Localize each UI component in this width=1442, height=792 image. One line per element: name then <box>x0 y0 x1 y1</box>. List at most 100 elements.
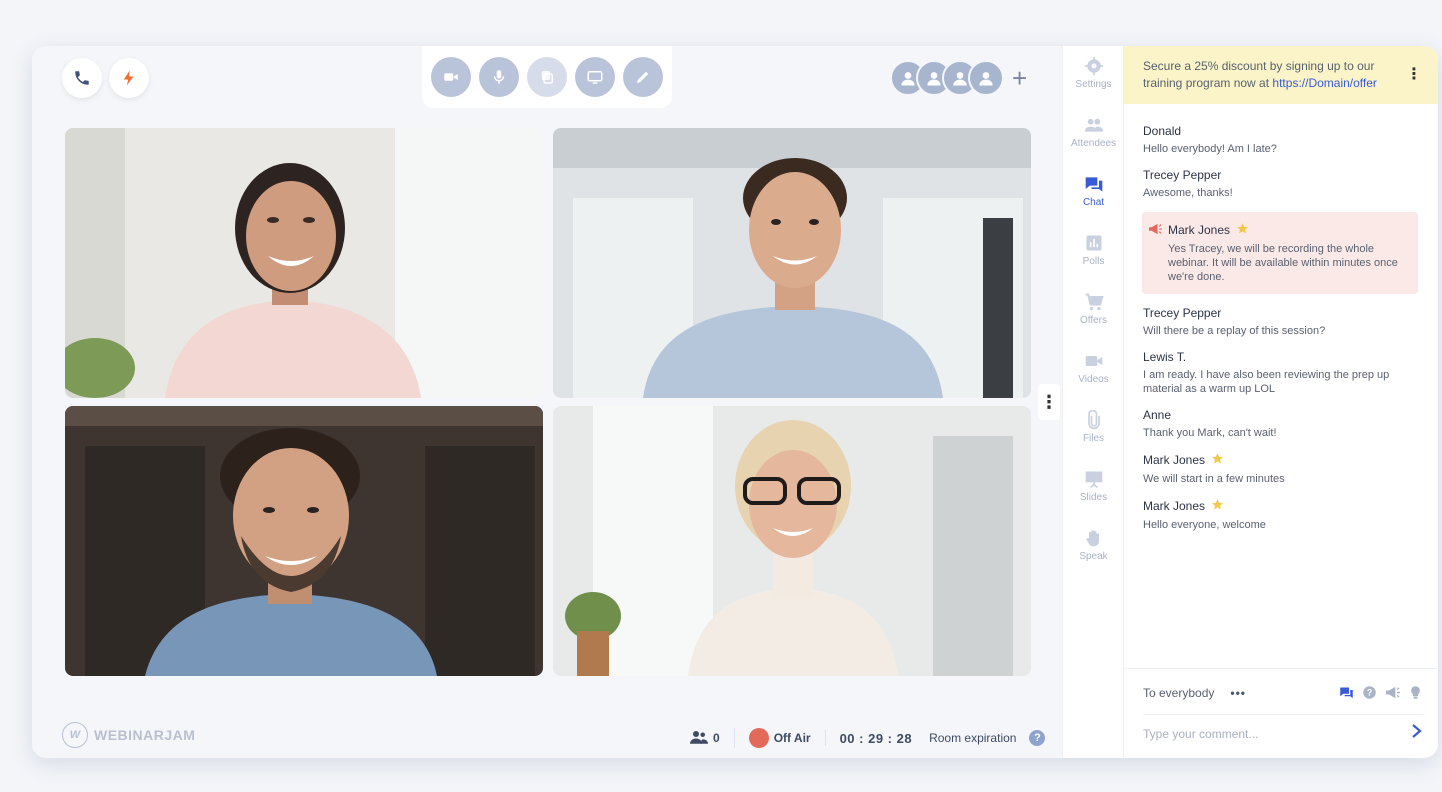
add-attendee-button[interactable]: + <box>1012 60 1027 96</box>
screen-share-button[interactable] <box>575 57 615 97</box>
message-author: Lewis T. <box>1143 350 1187 364</box>
recipient-select[interactable]: To everybody <box>1143 686 1214 700</box>
nav-item-chat[interactable]: Chat <box>1063 174 1124 226</box>
nav-label: Slides <box>1079 492 1108 503</box>
chat-panel: Secure a 25% discount by signing up to o… <box>1123 46 1438 758</box>
chat-message: Trecey Pepper Will there be a replay of … <box>1143 306 1418 338</box>
star-icon <box>1212 453 1223 464</box>
phone-button[interactable] <box>62 58 102 98</box>
brand-name: WEBINARJAM <box>94 727 196 743</box>
message-author: Mark Jones <box>1148 222 1408 238</box>
side-nav: Settings Attendees Chat Polls Offers Vid… <box>1062 46 1123 758</box>
brand-logo: W WEBINARJAM <box>62 722 195 748</box>
nav-item-slides[interactable]: Slides <box>1063 469 1124 521</box>
boost-button[interactable] <box>109 58 149 98</box>
video-options-button[interactable]: ⋮ <box>1038 384 1060 420</box>
pen-icon <box>637 71 649 83</box>
star-icon <box>1237 223 1248 234</box>
message-text: Hello everybody! Am I late? <box>1143 143 1277 155</box>
camera-icon <box>444 73 458 81</box>
nav-item-files[interactable]: Files <box>1063 410 1124 462</box>
chat-message: Mark Jones We will start in a few minute… <box>1143 452 1418 486</box>
comment-input[interactable] <box>1143 726 1411 741</box>
message-text: Awesome, thanks! <box>1143 187 1233 199</box>
webinar-room: + ⋮ W WEBINARJAM 0 Off Air 00: 29: 28 … <box>32 46 1438 758</box>
video-tile[interactable] <box>553 406 1031 676</box>
nav-label: Videos <box>1078 374 1109 385</box>
nav-item-polls[interactable]: Polls <box>1063 233 1124 285</box>
message-text: Will there be a replay of this session? <box>1143 325 1326 337</box>
comment-row <box>1143 714 1423 752</box>
help-icon[interactable]: ? <box>1029 730 1046 746</box>
megaphone-icon <box>1149 223 1162 234</box>
nav-label: Offers <box>1079 315 1108 326</box>
brand-mark: W <box>62 722 88 748</box>
copy-button[interactable] <box>527 57 567 97</box>
message-text: Yes Tracey, we will be recording the who… <box>1168 243 1398 283</box>
message-author: Trecey Pepper <box>1143 306 1222 320</box>
megaphone-icon[interactable] <box>1385 685 1400 700</box>
composer-tools: ? <box>1339 685 1423 700</box>
nav-label: Attendees <box>1070 138 1117 149</box>
nav-item-speak[interactable]: Speak <box>1063 528 1124 580</box>
attendee-counter: 0 <box>676 730 734 747</box>
nav-label: Files <box>1082 433 1105 444</box>
user-icon <box>927 72 941 86</box>
timer-value: 00 : 29 : 28 <box>839 730 913 746</box>
room-expiration-label: Room expiration <box>929 731 1017 745</box>
chat-messages: Donald Hello everybody! Am I late? Trece… <box>1124 104 1438 532</box>
nav-label: Speak <box>1079 551 1108 562</box>
nav-item-videos[interactable]: Videos <box>1063 351 1124 403</box>
chat-message: Donald Hello everybody! Am I late? <box>1143 124 1418 156</box>
promo-banner: Secure a 25% discount by signing up to o… <box>1124 46 1438 104</box>
broadcast-toggle[interactable]: Off Air <box>733 728 825 748</box>
promo-link[interactable]: https://Domain/offer <box>1272 76 1377 90</box>
avatar[interactable] <box>968 60 1004 96</box>
gear-icon <box>1084 56 1103 76</box>
message-text: I am ready. I have also been reviewing t… <box>1143 369 1390 395</box>
chat-message: Trecey Pepper Awesome, thanks! <box>1143 168 1418 200</box>
promo-menu-button[interactable]: ⋮ <box>1406 66 1422 83</box>
nav-item-settings[interactable]: Settings <box>1063 56 1124 108</box>
star-icon <box>1212 499 1223 510</box>
attendee-count: 0 <box>713 731 720 745</box>
phone-icon <box>75 71 89 85</box>
nav-item-attendees[interactable]: Attendees <box>1063 115 1124 167</box>
people-icon <box>690 730 708 744</box>
people-icon <box>1084 118 1103 132</box>
message-author: Trecey Pepper <box>1143 168 1222 182</box>
presenter-video <box>553 128 1031 398</box>
presenter-video <box>65 128 543 398</box>
chat-message: Mark Jones Hello everyone, welcome <box>1143 498 1418 532</box>
message-author: Mark Jones <box>1143 498 1418 514</box>
video-tile[interactable] <box>65 406 543 676</box>
copy-icon <box>541 71 553 84</box>
chat-icon[interactable] <box>1339 685 1354 700</box>
message-text: Hello everyone, welcome <box>1143 519 1266 531</box>
recipient-row: To everybody ••• ? <box>1143 685 1423 700</box>
video-icon <box>1085 356 1102 366</box>
message-text: We will start in a few minutes <box>1143 473 1285 485</box>
chat-icon <box>1085 177 1102 192</box>
svg-text:?: ? <box>1367 688 1372 698</box>
pen-button[interactable] <box>623 57 663 97</box>
camera-button[interactable] <box>431 57 471 97</box>
status-bar: 0 Off Air 00 : 29 : 28 Room expiration ? <box>676 724 1059 752</box>
chevron-right-icon <box>1412 724 1422 738</box>
paperclip-icon <box>1087 410 1100 430</box>
message-author: Donald <box>1143 124 1182 138</box>
recipient-more-button[interactable]: ••• <box>1230 686 1246 700</box>
video-tile[interactable] <box>65 128 543 398</box>
attendee-avatars[interactable]: + <box>890 60 1027 96</box>
video-tile[interactable] <box>553 128 1031 398</box>
nav-item-offers[interactable]: Offers <box>1063 292 1124 344</box>
chat-message: Lewis T. I am ready. I have also been re… <box>1143 350 1418 396</box>
microphone-button[interactable] <box>479 57 519 97</box>
question-icon[interactable]: ? <box>1362 685 1377 700</box>
send-button[interactable] <box>1411 724 1423 743</box>
media-controls <box>422 46 672 108</box>
hand-icon <box>1085 530 1099 547</box>
presenter-video <box>65 406 543 676</box>
chat-composer: To everybody ••• ? <box>1124 668 1438 758</box>
lightbulb-icon[interactable] <box>1408 685 1423 700</box>
